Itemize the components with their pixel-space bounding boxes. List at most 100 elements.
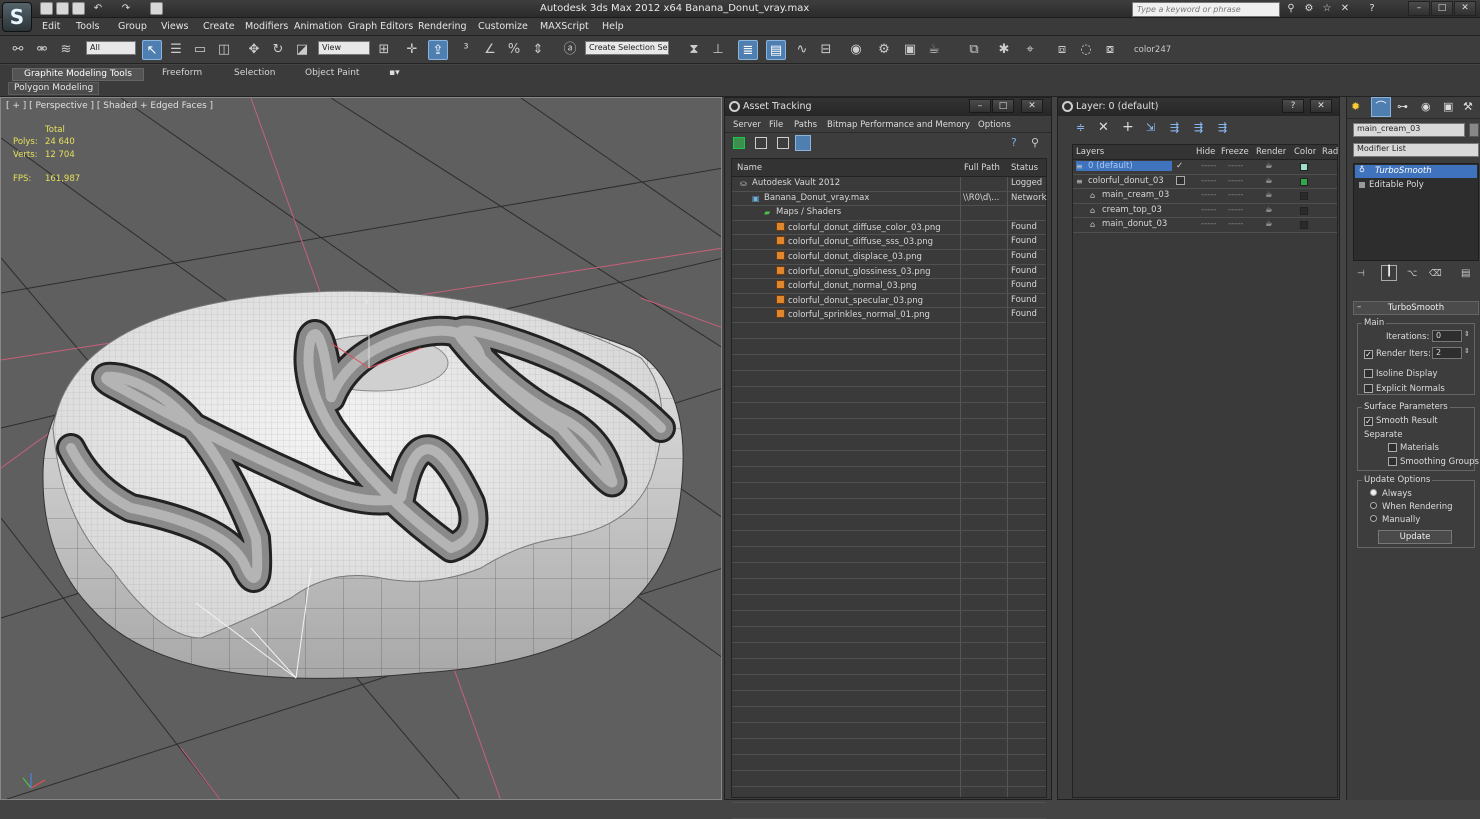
- smoothing-groups-checkbox[interactable]: [1388, 457, 1400, 468]
- undo-icon[interactable]: ↶: [92, 3, 104, 15]
- render-iters-spinner[interactable]: 2: [1432, 347, 1462, 359]
- selection-filter-dropdown[interactable]: All: [86, 41, 136, 55]
- menu-edit[interactable]: Edit: [42, 21, 60, 32]
- menu-help[interactable]: Help: [602, 21, 624, 32]
- iterations-arrows-icon[interactable]: ⇕: [1464, 330, 1470, 338]
- layer-row[interactable]: ≡ 0 (default) ✓ ----- ----- ☕: [1073, 160, 1337, 175]
- schematic-view-icon[interactable]: ⊟: [816, 40, 836, 60]
- col-freeze[interactable]: Freeze: [1221, 147, 1249, 157]
- create-tab-icon[interactable]: ✹: [1351, 100, 1360, 113]
- rotate-icon[interactable]: ↻: [268, 40, 288, 60]
- binoculars-icon[interactable]: ⚲: [1285, 3, 1297, 15]
- freeze-toggle[interactable]: -----: [1228, 219, 1243, 229]
- new-file-icon[interactable]: [40, 2, 53, 15]
- viewport-label[interactable]: [ + ] [ Perspective ] [ Shaded + Edged F…: [6, 101, 213, 111]
- vray-sphere-icon[interactable]: ◌: [1076, 40, 1096, 60]
- asset-menu-file[interactable]: File: [769, 120, 783, 130]
- help-question-icon[interactable]: ?: [1011, 136, 1017, 149]
- list-view-icon[interactable]: [755, 137, 767, 149]
- tree-view-icon[interactable]: [777, 137, 789, 149]
- hierarchy-tab-icon[interactable]: ⊶: [1397, 100, 1408, 113]
- reference-coordinate-dropdown[interactable]: View: [318, 41, 370, 55]
- select-in-layer-icon[interactable]: ⇲: [1146, 121, 1155, 134]
- utilities-tab-icon[interactable]: ⚒: [1463, 100, 1473, 113]
- menu-views[interactable]: Views: [161, 21, 189, 32]
- asset-menu-options[interactable]: Options: [978, 120, 1011, 130]
- menu-rendering[interactable]: Rendering: [418, 21, 467, 32]
- col-full-path[interactable]: Full Path: [964, 163, 1000, 173]
- project-folder-icon[interactable]: [150, 2, 163, 15]
- rendered-frame-icon[interactable]: ▣: [900, 40, 920, 60]
- menu-tools[interactable]: Tools: [76, 21, 99, 32]
- stack-item-turbosmooth[interactable]: ♁ TurboSmooth: [1355, 165, 1477, 178]
- when-rendering-radio[interactable]: [1370, 502, 1381, 512]
- asset-row[interactable]: colorful_donut_diffuse_color_03.png Found: [732, 221, 1046, 236]
- redo-icon[interactable]: ↷: [120, 3, 132, 15]
- hide-toggle[interactable]: -----: [1201, 219, 1216, 229]
- percent-snap-icon[interactable]: %: [504, 40, 524, 60]
- layer-titlebar[interactable]: Layer: 0 (default) ? ✕: [1058, 98, 1339, 116]
- vray-lights-icon[interactable]: ✱: [994, 40, 1014, 60]
- layer-manager-icon[interactable]: ≣: [738, 40, 758, 60]
- maximize-button[interactable]: □: [1431, 1, 1453, 16]
- asset-tracking-titlebar[interactable]: Asset Tracking – □ ✕: [725, 98, 1051, 116]
- modifier-list-dropdown[interactable]: Modifier List: [1353, 143, 1479, 157]
- asset-minimize-button[interactable]: –: [969, 99, 991, 113]
- explicit-normals-checkbox[interactable]: [1364, 384, 1376, 395]
- menu-graph-editors[interactable]: Graph Editors: [348, 21, 413, 32]
- select-manipulate-icon[interactable]: ✛: [402, 40, 422, 60]
- open-file-icon[interactable]: [56, 2, 69, 15]
- search-input[interactable]: Type a keyword or phrase: [1132, 2, 1280, 17]
- layer-close-button[interactable]: ✕: [1310, 99, 1332, 113]
- hide-toggle[interactable]: -----: [1201, 161, 1216, 171]
- col-render[interactable]: Render: [1256, 147, 1286, 157]
- menu-group[interactable]: Group: [118, 21, 147, 32]
- edit-named-selection-icon[interactable]: ⓐ: [560, 40, 580, 60]
- close-search-icon[interactable]: ✕: [1339, 3, 1351, 15]
- make-unique-icon[interactable]: ⌥: [1407, 269, 1417, 279]
- pin-stack-icon[interactable]: ⊣: [1357, 269, 1365, 279]
- smooth-result-checkbox[interactable]: ✓: [1364, 416, 1376, 426]
- asset-row[interactable]: colorful_donut_glossiness_03.png Found: [732, 265, 1046, 280]
- col-layers[interactable]: Layers: [1076, 147, 1104, 157]
- polygon-modeling-label[interactable]: Polygon Modeling: [8, 82, 100, 95]
- menu-animation[interactable]: Animation: [294, 21, 342, 32]
- add-to-layer-icon[interactable]: +: [1122, 119, 1134, 135]
- configure-sets-icon[interactable]: ▤: [1461, 268, 1470, 279]
- help-pointer-icon[interactable]: ⚲: [1031, 136, 1039, 149]
- layer-color-swatch[interactable]: [1300, 206, 1308, 215]
- hide-toggle[interactable]: -----: [1201, 190, 1216, 200]
- render-iters-arrows-icon[interactable]: ⇕: [1464, 347, 1470, 355]
- layer-row[interactable]: ⌂ main_cream_03 ----- ----- ☕: [1073, 189, 1337, 204]
- render-setup-icon[interactable]: ⚙: [874, 40, 894, 60]
- vray-frame-buffer-icon[interactable]: ⧉: [964, 40, 984, 60]
- layer-color-swatch[interactable]: [1300, 221, 1308, 230]
- spinner-snap-icon[interactable]: ⇕: [528, 40, 548, 60]
- render-teapot-icon[interactable]: ☕: [1265, 219, 1273, 229]
- vray-fur-icon[interactable]: ⧇: [1100, 40, 1120, 60]
- render-teapot-icon[interactable]: ☕: [1265, 176, 1273, 186]
- tab-object-paint[interactable]: Object Paint: [299, 68, 365, 81]
- remove-modifier-icon[interactable]: ⌫: [1429, 269, 1442, 279]
- snaps-toggle-icon[interactable]: ³: [456, 40, 476, 60]
- asset-close-button[interactable]: ✕: [1021, 99, 1043, 113]
- isoline-checkbox[interactable]: [1364, 369, 1376, 380]
- pivot-center-icon[interactable]: ⊞: [374, 40, 394, 60]
- tab-freeform[interactable]: Freeform: [156, 68, 208, 81]
- link-icon[interactable]: ⚯: [8, 40, 28, 60]
- layer-row[interactable]: ≡ colorful_donut_03 ----- ----- ☕: [1073, 175, 1337, 190]
- freeze-toggle[interactable]: -----: [1228, 190, 1243, 200]
- display-tab-icon[interactable]: ▣: [1443, 100, 1453, 113]
- manually-radio[interactable]: [1370, 515, 1381, 525]
- stack-item-editable-poly[interactable]: Editable Poly: [1355, 179, 1477, 192]
- menu-maxscript[interactable]: MAXScript: [540, 21, 589, 32]
- asset-menu-paths[interactable]: Paths: [794, 120, 817, 130]
- donut-model[interactable]: [42, 290, 684, 679]
- communication-icon[interactable]: ☆: [1321, 3, 1333, 15]
- vray-camera-icon[interactable]: ⌖: [1020, 40, 1040, 60]
- layer-color-swatch[interactable]: [1300, 177, 1308, 186]
- current-layer-checkmark[interactable]: ✓: [1176, 161, 1183, 171]
- asset-row[interactable]: colorful_donut_displace_03.png Found: [732, 250, 1046, 265]
- ribbon-options-icon[interactable]: ▪▾: [389, 68, 400, 78]
- render-teapot-icon[interactable]: ☕: [1265, 190, 1273, 200]
